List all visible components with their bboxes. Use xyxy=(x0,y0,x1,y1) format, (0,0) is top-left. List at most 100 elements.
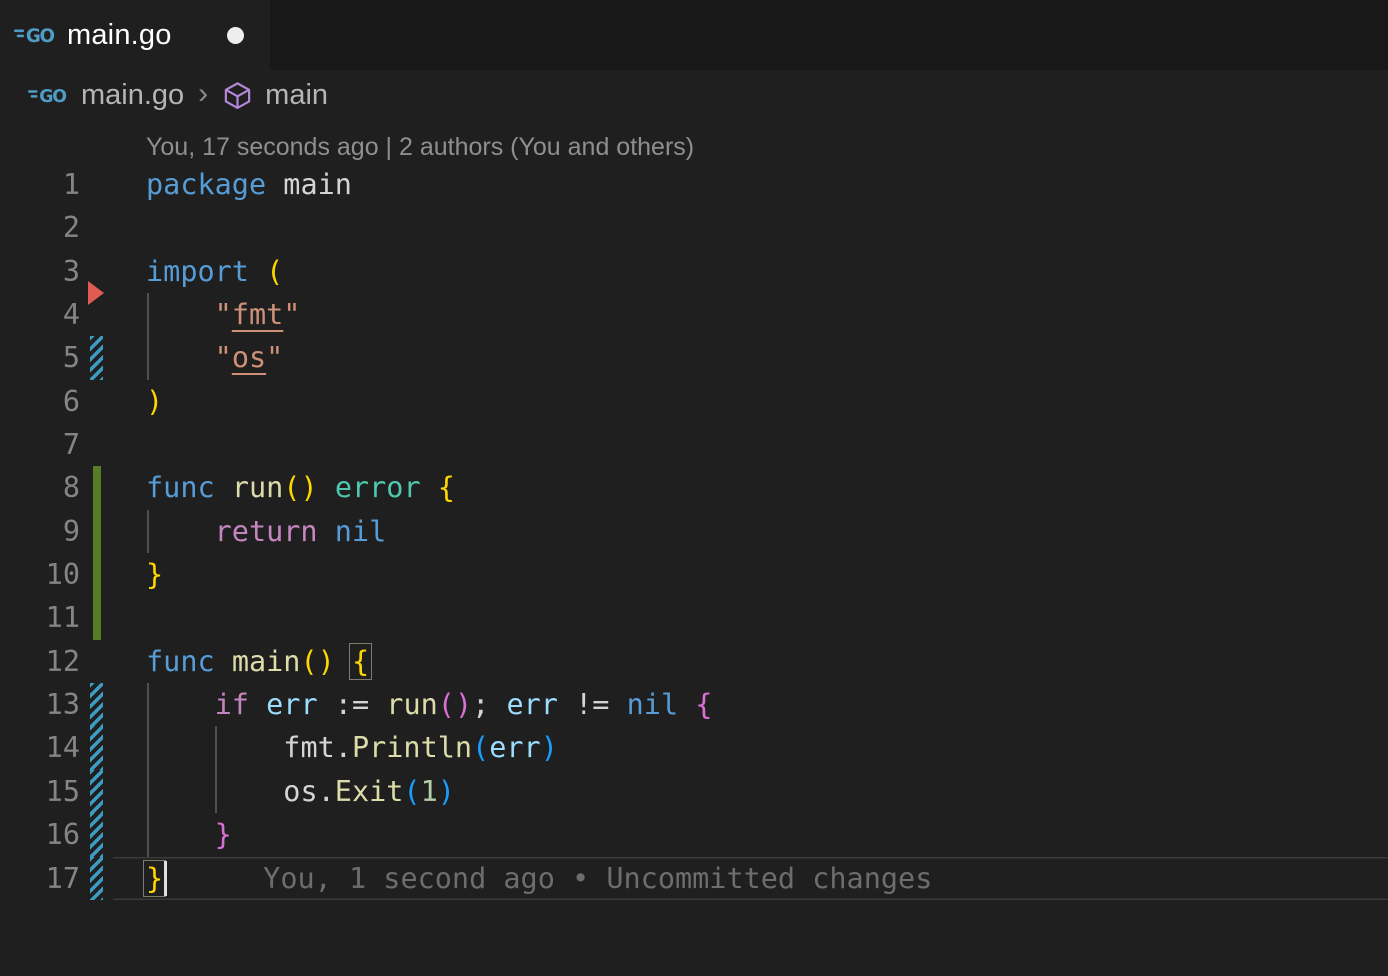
code-text[interactable] xyxy=(113,423,1388,466)
code-text[interactable]: if err := run(); err != nil { xyxy=(113,683,1388,726)
breadcrumb: GO main.go › main xyxy=(0,70,1388,121)
code-token: err xyxy=(266,688,317,721)
code-token: err xyxy=(489,731,540,764)
line-number[interactable]: 3 xyxy=(0,250,80,293)
code-token: nil xyxy=(335,515,386,548)
gutter-modified-indicator[interactable] xyxy=(80,857,113,900)
line-number[interactable]: 14 xyxy=(0,726,80,769)
gutter-added-indicator[interactable] xyxy=(80,510,113,553)
code-line-11: 11 xyxy=(0,596,1388,639)
code-text[interactable]: ) xyxy=(113,380,1388,423)
line-number[interactable]: 6 xyxy=(0,380,80,423)
code-line-17: 17 }You, 1 second ago • Uncommitted chang… xyxy=(0,857,1388,900)
code-line-7: 7 xyxy=(0,423,1388,466)
line-number[interactable]: 13 xyxy=(0,683,80,726)
code-token: ( xyxy=(266,255,283,288)
code-token: 1 xyxy=(421,775,438,808)
indent-guide xyxy=(147,770,149,813)
code-text[interactable] xyxy=(113,596,1388,639)
code-line-2: 2 xyxy=(0,206,1388,249)
code-token xyxy=(369,688,386,721)
code-token: " xyxy=(266,341,283,374)
tab-label: main.go xyxy=(67,19,172,52)
line-number[interactable]: 12 xyxy=(0,640,80,683)
code-token xyxy=(215,471,232,504)
line-number[interactable]: 1 xyxy=(0,163,80,206)
line-number[interactable]: 4 xyxy=(0,293,80,336)
code-text[interactable]: package main xyxy=(113,163,1388,206)
gutter-deleted-indicator[interactable] xyxy=(88,281,104,305)
code-token xyxy=(146,515,215,548)
breadcrumb-file[interactable]: main.go xyxy=(81,79,184,112)
code-token xyxy=(489,688,506,721)
line-number[interactable]: 15 xyxy=(0,770,80,813)
code-text[interactable]: "os" xyxy=(113,336,1388,379)
gutter-modified-indicator[interactable] xyxy=(80,336,113,379)
line-number[interactable]: 10 xyxy=(0,553,80,596)
gutter xyxy=(80,206,113,249)
breadcrumb-separator-icon: › xyxy=(198,77,208,111)
code-token: ) xyxy=(146,385,163,418)
code-token xyxy=(609,688,626,721)
gutter-added-indicator[interactable] xyxy=(80,553,113,596)
inline-git-blame: You, 1 second ago • Uncommitted changes xyxy=(263,862,932,895)
code-token: . xyxy=(318,775,335,808)
code-text[interactable]: }You, 1 second ago • Uncommitted changes xyxy=(113,857,1388,900)
code-token: . xyxy=(335,731,352,764)
line-number[interactable]: 11 xyxy=(0,596,80,639)
text-cursor xyxy=(164,861,167,896)
indent-guide xyxy=(147,726,149,769)
line-number[interactable]: 5 xyxy=(0,336,80,379)
gutter-added-indicator[interactable] xyxy=(80,596,113,639)
indent-guide xyxy=(215,726,217,769)
gutter-added-indicator[interactable] xyxy=(80,466,113,509)
line-number[interactable]: 7 xyxy=(0,423,80,466)
modified-indicator-dot[interactable] xyxy=(227,27,244,44)
line-number[interactable]: 9 xyxy=(0,510,80,553)
code-token: ) xyxy=(438,775,455,808)
code-token xyxy=(266,168,283,201)
code-token: ) xyxy=(318,645,335,678)
code-token: != xyxy=(575,688,609,721)
code-text[interactable]: } xyxy=(113,553,1388,596)
code-text[interactable]: "fmt" xyxy=(113,293,1388,336)
gutter-modified-indicator[interactable] xyxy=(80,813,113,856)
code-text[interactable] xyxy=(113,206,1388,249)
code-token xyxy=(318,471,335,504)
breadcrumb-symbol[interactable]: main xyxy=(265,79,328,112)
line-number[interactable]: 2 xyxy=(0,206,80,249)
code-text[interactable]: return nil xyxy=(113,510,1388,553)
code-token: Println xyxy=(352,731,472,764)
code-line-3: 3 import ( xyxy=(0,250,1388,293)
code-token: ( xyxy=(472,731,489,764)
line-number[interactable]: 17 xyxy=(0,857,80,900)
gutter[interactable] xyxy=(80,293,113,336)
code-text[interactable]: import ( xyxy=(113,250,1388,293)
code-token xyxy=(215,645,232,678)
code-line-8: 8 func run() error { xyxy=(0,466,1388,509)
code-text[interactable]: os.Exit(1) xyxy=(113,770,1388,813)
gutter xyxy=(80,640,113,683)
code-token: { xyxy=(352,640,369,683)
code-token: ) xyxy=(541,731,558,764)
code-text[interactable]: } xyxy=(113,813,1388,856)
line-number[interactable]: 8 xyxy=(0,466,80,509)
line-number[interactable]: 16 xyxy=(0,813,80,856)
gutter-modified-indicator[interactable] xyxy=(80,726,113,769)
code-token: run xyxy=(386,688,437,721)
code-line-5: 5 "os" xyxy=(0,336,1388,379)
code-text[interactable]: fmt.Println(err) xyxy=(113,726,1388,769)
code-token: main xyxy=(232,645,301,678)
code-text[interactable]: func run() error { xyxy=(113,466,1388,509)
indent-guide xyxy=(147,293,149,336)
code-token: run xyxy=(232,471,283,504)
gutter-modified-indicator[interactable] xyxy=(80,683,113,726)
code-token: := xyxy=(335,688,369,721)
code-token: os xyxy=(283,775,317,808)
code-token: func xyxy=(146,645,215,678)
gutter-modified-indicator[interactable] xyxy=(80,770,113,813)
code-text[interactable]: func main() { xyxy=(113,640,1388,683)
code-token xyxy=(249,255,266,288)
tab-main-go[interactable]: GO main.go xyxy=(0,0,270,70)
code-editor[interactable]: You, 17 seconds ago | 2 authors (You and… xyxy=(0,132,1388,900)
